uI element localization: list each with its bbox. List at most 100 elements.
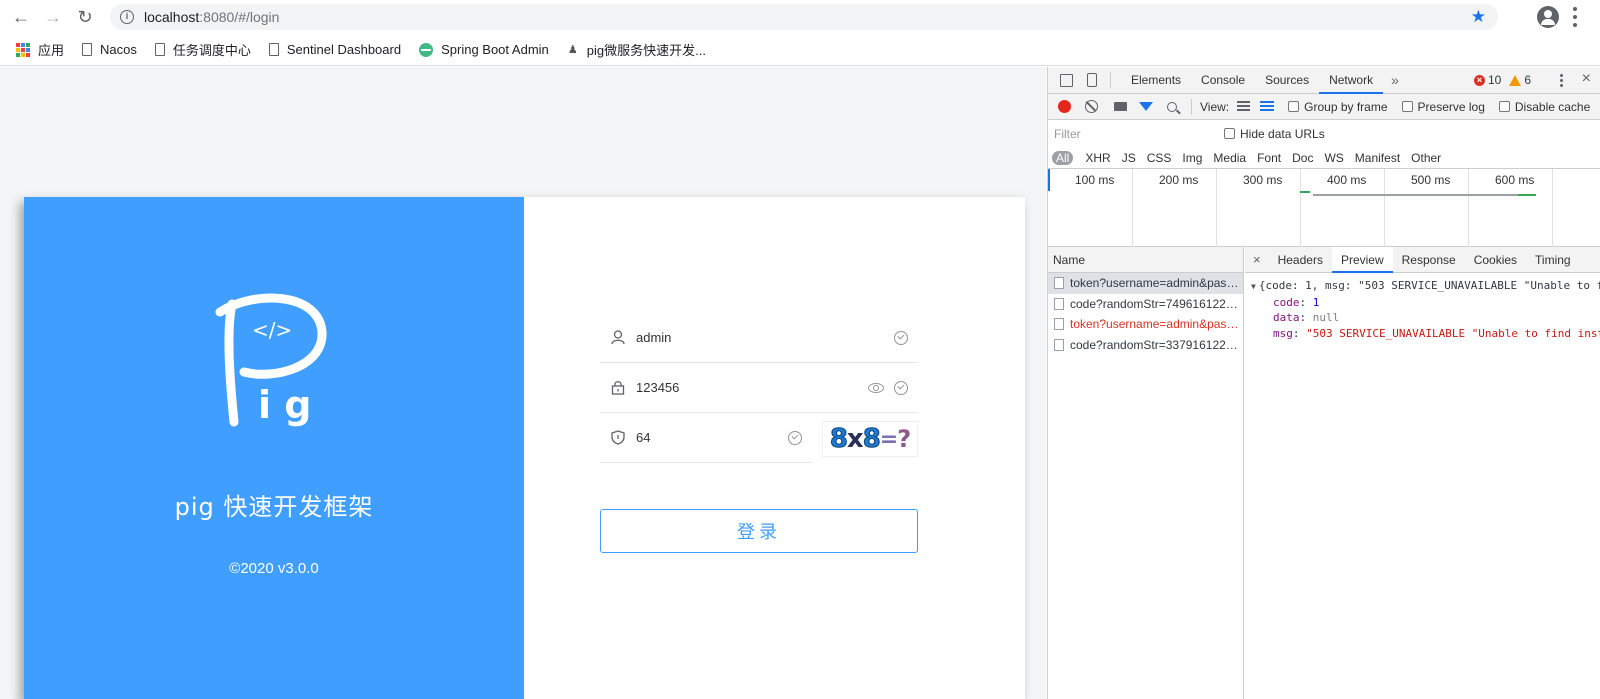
address-url[interactable]: localhost:8080/#/login <box>144 9 279 25</box>
request-row[interactable]: code?randomStr=7496161225... <box>1048 294 1243 315</box>
bookmark-nacos[interactable]: Nacos <box>82 42 137 57</box>
record-icon[interactable] <box>1058 100 1071 113</box>
preserve-log-checkbox[interactable] <box>1401 101 1413 112</box>
bookmark-pig[interactable]: ♟ pig微服务快速开发... <box>567 40 706 59</box>
bookmark-label: pig微服务快速开发... <box>586 43 706 58</box>
tab-preview[interactable]: Preview <box>1331 246 1393 273</box>
request-row[interactable]: token?username=admin&password=... <box>1048 314 1243 335</box>
type-css[interactable]: CSS <box>1143 151 1176 165</box>
type-font[interactable]: Font <box>1253 151 1285 165</box>
device-toolbar-icon[interactable] <box>1084 72 1100 88</box>
json-summary-row[interactable]: ▼ {code: 1, msg: "503 SERVICE_UNAVAILABLE… <box>1251 278 1600 295</box>
tab-response[interactable]: Response <box>1393 247 1465 273</box>
bookmark-sentinel[interactable]: Sentinel Dashboard <box>268 42 401 57</box>
request-row[interactable]: code?randomStr=3379161225... <box>1048 335 1243 356</box>
tab-console[interactable]: Console <box>1191 67 1255 94</box>
tab-cookies[interactable]: Cookies <box>1465 247 1526 273</box>
bookmark-spring-boot-admin[interactable]: Spring Boot Admin <box>419 42 549 57</box>
filter-icon[interactable] <box>1139 102 1153 111</box>
forward-arrow-icon[interactable]: → <box>42 6 64 28</box>
expand-triangle-icon[interactable]: ▼ <box>1251 282 1256 291</box>
timeline-tick: 300 ms <box>1243 169 1301 247</box>
search-icon[interactable] <box>1167 101 1177 112</box>
eye-icon[interactable] <box>868 382 884 393</box>
tab-elements[interactable]: Elements <box>1121 67 1191 94</box>
svg-text:i g: i g <box>258 383 311 427</box>
browser-menu-icon[interactable] <box>1573 7 1577 27</box>
filter-row: Filter Hide data URLs <box>1048 120 1600 147</box>
captcha-char: 8 <box>829 424 848 455</box>
username-input[interactable]: admin <box>636 330 894 345</box>
type-manifest[interactable]: Manifest <box>1351 151 1404 165</box>
tab-sources[interactable]: Sources <box>1255 67 1319 94</box>
waterfall-view-icon[interactable] <box>1260 101 1275 112</box>
disable-cache-checkbox[interactable] <box>1498 101 1510 112</box>
close-icon[interactable]: × <box>1582 70 1591 88</box>
brand-title: pig 快速开发框架 <box>174 493 374 521</box>
devtools-menu-icon[interactable] <box>1560 74 1563 87</box>
back-arrow-icon[interactable]: ← <box>10 6 32 28</box>
bookmark-star-icon[interactable]: ★ <box>1471 7 1486 27</box>
clear-icon[interactable] <box>1085 100 1098 113</box>
timeline-bar <box>1313 194 1533 196</box>
pulse-icon <box>419 42 434 57</box>
network-overview-timeline[interactable]: 100 ms 200 ms 300 ms 400 ms 500 ms 600 m… <box>1048 169 1600 247</box>
warning-count: 6 <box>1524 73 1531 87</box>
timeline-tick: 500 ms <box>1411 169 1469 247</box>
captcha-image[interactable]: 8 x 8 = ? <box>822 421 918 457</box>
document-icon <box>1054 338 1064 351</box>
hide-data-urls-checkbox[interactable] <box>1224 128 1235 139</box>
type-js[interactable]: JS <box>1118 151 1140 165</box>
view-label: View: <box>1200 99 1230 114</box>
username-field[interactable]: admin <box>600 313 918 363</box>
tab-timing[interactable]: Timing <box>1526 247 1580 273</box>
bookmark-task-scheduler[interactable]: 任务调度中心 <box>154 40 251 59</box>
account-avatar-icon[interactable] <box>1537 6 1559 28</box>
issue-counts[interactable]: × 10 6 <box>1473 73 1531 87</box>
password-input[interactable]: 123456 <box>636 380 868 395</box>
captcha-char: ? <box>897 425 911 453</box>
error-icon: × <box>1473 74 1485 86</box>
apps-grid-icon <box>16 42 30 57</box>
warning-icon <box>1509 74 1522 86</box>
detail-tab-bar: × Headers Preview Response Cookies Timin… <box>1245 246 1600 273</box>
preserve-log-label: Preserve log <box>1417 99 1485 114</box>
site-info-icon[interactable]: i <box>120 10 134 24</box>
tab-network[interactable]: Network <box>1319 67 1384 94</box>
type-ws[interactable]: WS <box>1320 151 1347 165</box>
type-doc[interactable]: Doc <box>1288 151 1317 165</box>
captcha-field[interactable]: 64 <box>600 413 812 463</box>
reload-icon[interactable]: ↻ <box>74 6 96 28</box>
tab-headers[interactable]: Headers <box>1269 247 1332 273</box>
screenshot-camera-icon[interactable] <box>1114 102 1127 111</box>
timeline-tick: 600 ms <box>1495 169 1553 247</box>
json-code-row: code: 1 <box>1273 295 1320 309</box>
bookmark-label: 任务调度中心 <box>172 43 251 58</box>
json-preview[interactable]: ▼ {code: 1, msg: "503 SERVICE_UNAVAILABLE… <box>1245 273 1600 341</box>
bookmark-apps[interactable]: 应用 <box>16 40 64 59</box>
type-other[interactable]: Other <box>1407 151 1445 165</box>
request-detail: × Headers Preview Response Cookies Timin… <box>1245 246 1600 699</box>
type-media[interactable]: Media <box>1209 151 1250 165</box>
captcha-input[interactable]: 64 <box>636 430 788 445</box>
type-all[interactable]: All <box>1052 150 1074 165</box>
type-xhr[interactable]: XHR <box>1081 151 1114 165</box>
type-img[interactable]: Img <box>1178 151 1206 165</box>
close-icon[interactable]: × <box>1245 252 1269 267</box>
password-field[interactable]: 123456 <box>600 363 918 413</box>
inspect-element-icon[interactable] <box>1058 72 1074 88</box>
pig-logo-icon: </> i g <box>215 293 327 427</box>
filter-input[interactable]: Filter <box>1052 124 1216 144</box>
list-view-icon[interactable] <box>1237 101 1251 112</box>
group-by-frame-label: Group by frame <box>1304 99 1388 114</box>
more-tabs-icon[interactable]: » <box>1383 72 1407 88</box>
page-icon <box>82 43 93 56</box>
group-by-frame-checkbox[interactable] <box>1288 101 1300 112</box>
hide-data-urls-label: Hide data URLs <box>1240 126 1325 141</box>
request-row[interactable]: token?username=admin&password=... <box>1048 273 1243 294</box>
bookmark-label: Nacos <box>100 42 137 57</box>
name-column-header[interactable]: Name <box>1048 247 1243 273</box>
login-button[interactable]: 登录 <box>600 509 918 553</box>
timeline-tick: 400 ms <box>1327 169 1385 247</box>
address-bar[interactable]: i localhost:8080/#/login ★ <box>110 4 1498 30</box>
